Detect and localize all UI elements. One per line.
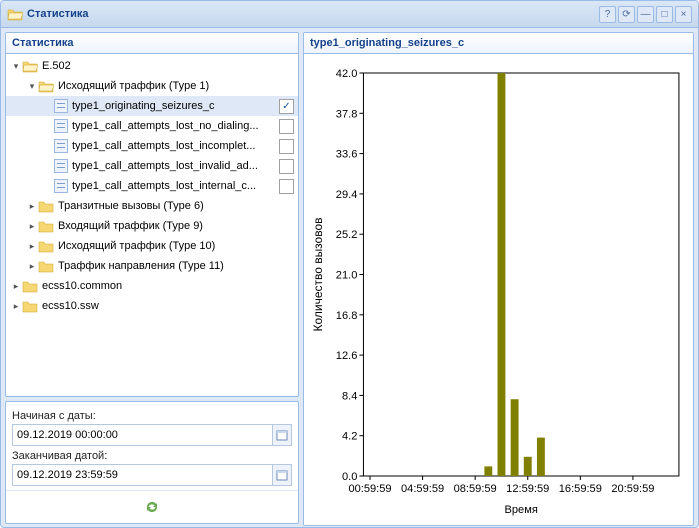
svg-text:33.6: 33.6 bbox=[336, 149, 358, 161]
calendar-icon[interactable] bbox=[273, 464, 292, 486]
svg-text:00:59:59: 00:59:59 bbox=[348, 483, 391, 495]
tree-folder[interactable]: ▸ Входящий траффик (Type 9) bbox=[6, 216, 298, 236]
tree-folder[interactable]: ▸ Исходящий траффик (Type 10) bbox=[6, 236, 298, 256]
bar bbox=[498, 73, 506, 476]
checkbox[interactable]: ✓ bbox=[279, 99, 294, 114]
window-title: Статистика bbox=[27, 8, 599, 20]
tree-node-label: type1_originating_seizures_c bbox=[72, 100, 275, 112]
tree-node-label: type1_call_attempts_lost_incomplet... bbox=[72, 140, 275, 152]
bar bbox=[511, 399, 519, 476]
document-icon bbox=[54, 99, 68, 113]
expand-arrow-icon[interactable]: ▸ bbox=[26, 241, 38, 252]
tree-node-label: ecss10.ssw bbox=[42, 300, 294, 312]
svg-text:16:59:59: 16:59:59 bbox=[559, 483, 602, 495]
folder-icon bbox=[22, 299, 38, 313]
tree-folder[interactable]: ▸ Транзитные вызовы (Type 6) bbox=[6, 196, 298, 216]
bar bbox=[484, 466, 492, 476]
help-button[interactable]: ? bbox=[599, 6, 616, 23]
svg-text:0.0: 0.0 bbox=[342, 471, 357, 483]
tree-node-label: Исходящий траффик (Type 10) bbox=[58, 240, 294, 252]
close-button[interactable]: × bbox=[675, 6, 692, 23]
svg-text:37.8: 37.8 bbox=[336, 108, 358, 120]
expand-arrow-icon[interactable]: ▾ bbox=[10, 61, 22, 72]
svg-text:4.2: 4.2 bbox=[342, 431, 357, 443]
tree-leaf[interactable]: type1_originating_seizures_c ✓ bbox=[6, 96, 298, 116]
checkbox[interactable] bbox=[279, 179, 294, 194]
window: Статистика ? ⟳ — □ × Статистика ▾ E.502 ▾ И… bbox=[0, 0, 699, 528]
tree-node-label: Траффик направления (Type 11) bbox=[58, 260, 294, 272]
from-date-label: Начиная с даты: bbox=[12, 410, 292, 422]
svg-text:Количество вызовов: Количество вызовов bbox=[311, 218, 325, 332]
document-icon bbox=[54, 139, 68, 153]
svg-text:16.8: 16.8 bbox=[336, 310, 358, 322]
chart: 0.0 4.2 8.4 12.6 16.8 21.0 25.2 29.4 33.6 37.8 42.… bbox=[308, 63, 689, 521]
folder-icon bbox=[38, 259, 54, 273]
from-date-input[interactable] bbox=[12, 424, 273, 446]
folder-icon bbox=[22, 279, 38, 293]
titlebar: Статистика ? ⟳ — □ × bbox=[1, 1, 698, 28]
checkbox[interactable] bbox=[279, 139, 294, 154]
tree-node-label: type1_call_attempts_lost_no_dialing... bbox=[72, 120, 275, 132]
maximize-button[interactable]: □ bbox=[656, 6, 673, 23]
tree-panel-header: Статистика bbox=[6, 33, 298, 54]
bar bbox=[537, 438, 545, 476]
svg-text:08:59:59: 08:59:59 bbox=[454, 483, 497, 495]
folder-icon bbox=[38, 199, 54, 213]
tree-leaf[interactable]: type1_call_attempts_lost_incomplet... bbox=[6, 136, 298, 156]
document-icon bbox=[54, 179, 68, 193]
tree-leaf[interactable]: type1_call_attempts_lost_no_dialing... bbox=[6, 116, 298, 136]
svg-text:Время: Время bbox=[505, 504, 538, 516]
document-icon bbox=[54, 159, 68, 173]
chart-title: type1_originating_seizures_c bbox=[304, 33, 693, 54]
tree-node-label: E.502 bbox=[42, 60, 294, 72]
tree-node-label: type1_call_attempts_lost_internal_c... bbox=[72, 180, 275, 192]
svg-text:25.2: 25.2 bbox=[336, 229, 358, 241]
date-form: Начиная с даты: Заканчивая датой: bbox=[6, 402, 298, 490]
expand-arrow-icon[interactable]: ▸ bbox=[26, 261, 38, 272]
calendar-icon[interactable] bbox=[273, 424, 292, 446]
svg-text:29.4: 29.4 bbox=[336, 189, 358, 201]
bar bbox=[524, 457, 532, 476]
tree-folder[interactable]: ▸ ecss10.ssw bbox=[6, 296, 298, 316]
tree-folder[interactable]: ▸ ecss10.common bbox=[6, 276, 298, 296]
expand-arrow-icon[interactable]: ▸ bbox=[10, 281, 22, 292]
tree-folder[interactable]: ▾ E.502 bbox=[6, 56, 298, 76]
tree-node-label: type1_call_attempts_lost_invalid_ad... bbox=[72, 160, 275, 172]
to-date-label: Заканчивая датой: bbox=[12, 450, 292, 462]
checkbox[interactable] bbox=[279, 119, 294, 134]
tree-leaf[interactable]: type1_call_attempts_lost_invalid_ad... bbox=[6, 156, 298, 176]
tree: ▾ E.502 ▾ Исходящий траффик (Type 1) type1_o… bbox=[6, 54, 298, 396]
refresh-button[interactable]: ⟳ bbox=[618, 6, 635, 23]
document-icon bbox=[54, 119, 68, 133]
expand-arrow-icon[interactable]: ▸ bbox=[26, 221, 38, 232]
svg-text:20:59:59: 20:59:59 bbox=[611, 483, 654, 495]
svg-text:42.0: 42.0 bbox=[336, 68, 358, 80]
tree-node-label: Входящий траффик (Type 9) bbox=[58, 220, 294, 232]
expand-arrow-icon[interactable]: ▾ bbox=[26, 81, 38, 92]
expand-arrow-icon[interactable]: ▸ bbox=[10, 301, 22, 312]
folder-icon bbox=[38, 239, 54, 253]
tree-folder[interactable]: ▸ Траффик направления (Type 11) bbox=[6, 256, 298, 276]
window-tools: ? ⟳ — □ × bbox=[599, 6, 692, 23]
tree-node-label: Транзитные вызовы (Type 6) bbox=[58, 200, 294, 212]
tree-panel-title: Статистика bbox=[12, 37, 74, 49]
folder-open-icon bbox=[22, 59, 38, 73]
tree-leaf[interactable]: type1_call_attempts_lost_internal_c... bbox=[6, 176, 298, 196]
svg-text:8.4: 8.4 bbox=[342, 390, 357, 402]
tree-node-label: ecss10.common bbox=[42, 280, 294, 292]
folder-icon bbox=[7, 6, 23, 22]
svg-text:04:59:59: 04:59:59 bbox=[401, 483, 444, 495]
folder-icon bbox=[38, 219, 54, 233]
checkbox[interactable] bbox=[279, 159, 294, 174]
tree-folder[interactable]: ▾ Исходящий траффик (Type 1) bbox=[6, 76, 298, 96]
minimize-button[interactable]: — bbox=[637, 6, 654, 23]
svg-text:21.0: 21.0 bbox=[336, 270, 358, 282]
to-date-input[interactable] bbox=[12, 464, 273, 486]
refresh-icon[interactable] bbox=[142, 497, 162, 517]
folder-open-icon bbox=[38, 79, 54, 93]
svg-text:12:59:59: 12:59:59 bbox=[506, 483, 549, 495]
expand-arrow-icon[interactable]: ▸ bbox=[26, 201, 38, 212]
tree-node-label: Исходящий траффик (Type 1) bbox=[58, 80, 294, 92]
svg-text:12.6: 12.6 bbox=[336, 350, 358, 362]
